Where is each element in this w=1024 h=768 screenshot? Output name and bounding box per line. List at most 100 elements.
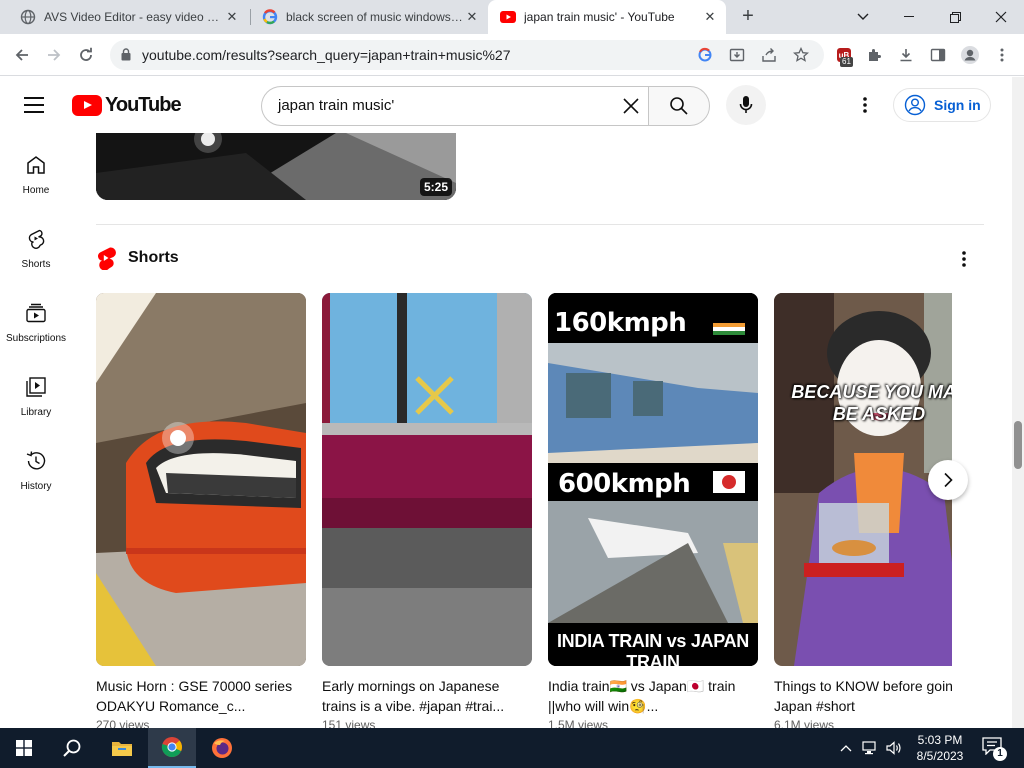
reload-icon[interactable] <box>72 41 100 69</box>
extensions-puzzle-icon[interactable] <box>864 45 884 65</box>
short-title[interactable]: Music Horn : GSE 70000 series ODAKYU Rom… <box>96 676 306 716</box>
sidebar-item-subscriptions[interactable]: Subscriptions <box>0 281 72 355</box>
short-thumbnail[interactable] <box>322 293 532 666</box>
thumbnail-overlay-text: BECAUSE YOU MAY BE ASKED <box>774 381 952 425</box>
tab-title: japan train music' - YouTube <box>524 10 675 24</box>
share-icon[interactable] <box>760 46 778 64</box>
restore-icon[interactable] <box>932 0 978 34</box>
menu-hamburger-icon[interactable] <box>24 97 48 115</box>
google-icon <box>262 9 278 25</box>
url-text: youtube.com/results?search_query=japan+t… <box>142 47 511 63</box>
previous-video-thumbnail[interactable]: 5:25 <box>96 133 456 200</box>
windows-taskbar: 5:03 PM 8/5/2023 1 <box>0 728 1024 768</box>
file-explorer-icon[interactable] <box>98 728 146 768</box>
sidebar-item-library[interactable]: Library <box>0 355 72 429</box>
chrome-menu-icon[interactable] <box>992 45 1012 65</box>
search-query-text: japan train music' <box>278 97 395 114</box>
tab-youtube-active[interactable]: japan train music' - YouTube ✕ <box>488 0 726 34</box>
tab-close-button[interactable]: ✕ <box>464 9 480 25</box>
settings-more-icon[interactable] <box>853 93 877 117</box>
action-center-icon[interactable]: 1 <box>982 737 1007 761</box>
short-views: 1.5M views <box>548 718 609 728</box>
short-item[interactable]: Music Horn : GSE 70000 series ODAKYU Rom… <box>96 293 306 728</box>
short-title[interactable]: Things to KNOW before going to Japan #sh… <box>774 676 952 716</box>
youtube-logo-text: YouTube <box>105 94 182 116</box>
install-app-icon[interactable] <box>728 46 746 64</box>
tab-close-button[interactable]: ✕ <box>702 9 718 25</box>
shorts-next-button[interactable] <box>928 460 968 500</box>
short-thumbnail[interactable]: BECAUSE YOU MAY BE ASKED <box>774 293 952 666</box>
firefox-taskbar-icon[interactable] <box>198 728 246 768</box>
video-duration: 5:25 <box>419 178 452 196</box>
youtube-icon <box>500 9 516 25</box>
thumbnail-overlay-text: INDIA TRAIN vs JAPAN TRAIN <box>556 631 750 666</box>
tab-google-search[interactable]: black screen of music windows media ✕ <box>250 0 488 34</box>
profile-avatar-icon[interactable] <box>960 45 980 65</box>
tab-search-chevron-icon[interactable] <box>840 0 886 34</box>
bookmark-star-icon[interactable] <box>792 46 810 64</box>
search-taskbar-icon[interactable] <box>48 728 96 768</box>
taskbar-clock[interactable]: 5:03 PM 8/5/2023 <box>912 732 968 764</box>
account-circle-icon <box>904 94 926 116</box>
short-title[interactable]: India train🇮🇳 vs Japan🇯🇵 train ||who wil… <box>548 676 758 716</box>
search-results: 5:25 Shorts Music Horn: GSE 70000 serie… <box>72 133 1012 728</box>
shorts-section-header: Shorts <box>96 246 179 270</box>
search-button[interactable] <box>648 86 710 126</box>
sidebar-item-label: Shorts <box>21 259 51 270</box>
sign-in-label: Sign in <box>934 97 981 113</box>
download-icon[interactable] <box>896 45 916 65</box>
mini-guide-sidebar: Home Shorts Subscriptions Library Histor… <box>0 133 72 728</box>
short-views: 270 views <box>96 718 150 728</box>
microphone-icon <box>739 96 753 113</box>
google-lens-icon[interactable] <box>696 46 714 64</box>
library-icon <box>26 377 46 397</box>
sidebar-item-shorts[interactable]: Shorts <box>0 207 72 281</box>
kimono-doll-image <box>774 293 952 666</box>
scrollbar-thumb[interactable] <box>1014 421 1022 469</box>
youtube-header: YouTube japan train music' Sign in <box>0 77 1024 133</box>
extension-count-badge: 61 <box>840 57 853 67</box>
sidebar-item-home[interactable]: Home <box>0 133 72 207</box>
network-icon[interactable] <box>860 738 880 758</box>
lock-icon <box>121 48 131 66</box>
side-panel-icon[interactable] <box>928 45 948 65</box>
short-views: 6.1M views <box>774 718 835 728</box>
short-thumbnail[interactable] <box>96 293 306 666</box>
close-window-icon[interactable] <box>978 0 1024 34</box>
train-station-night-image <box>96 133 456 200</box>
search-icon <box>670 97 688 115</box>
chrome-taskbar-icon[interactable] <box>148 728 196 768</box>
tab-close-button[interactable]: ✕ <box>224 9 240 25</box>
sidebar-item-history[interactable]: History <box>0 429 72 503</box>
youtube-logo[interactable]: YouTube <box>72 94 182 117</box>
thumbnail-overlay-text: 160kmph <box>554 308 687 338</box>
tab-avs-video-editor[interactable]: AVS Video Editor - easy video editing ✕ <box>8 0 248 34</box>
sidebar-item-label: Home <box>22 185 50 196</box>
globe-icon <box>20 9 36 25</box>
tab-title: black screen of music windows media <box>286 10 464 24</box>
page-scrollbar[interactable] <box>1012 77 1024 728</box>
shorts-more-options-icon[interactable] <box>952 247 976 271</box>
short-thumbnail[interactable]: 160kmph 600kmph INDIA TRAIN vs JAPAN TRA… <box>548 293 758 666</box>
sidebar-item-label: Subscriptions <box>5 333 67 344</box>
chevron-right-icon <box>944 472 953 488</box>
search-input[interactable]: japan train music' <box>261 86 649 126</box>
extension-badge-icon[interactable]: uB 61 <box>834 45 854 67</box>
subscriptions-icon <box>26 303 46 323</box>
new-tab-button[interactable]: + <box>737 6 759 28</box>
back-arrow-icon[interactable] <box>8 41 36 69</box>
train-interior-seats-image <box>322 293 532 666</box>
forward-arrow-icon[interactable] <box>40 41 68 69</box>
windows-start-icon[interactable] <box>0 728 48 768</box>
short-item[interactable]: BECAUSE YOU MAY BE ASKED Things to KNOW … <box>774 293 952 728</box>
volume-icon[interactable] <box>884 738 904 758</box>
show-hidden-icons-chevron-icon[interactable] <box>836 738 856 758</box>
short-title[interactable]: Early mornings on Japanese trains is a v… <box>322 676 532 716</box>
address-bar[interactable]: youtube.com/results?search_query=japan+t… <box>110 40 824 70</box>
minimize-icon[interactable] <box>886 0 932 34</box>
short-item[interactable]: 160kmph 600kmph INDIA TRAIN vs JAPAN TRA… <box>548 293 758 728</box>
voice-search-button[interactable] <box>726 85 766 125</box>
sign-in-button[interactable]: Sign in <box>893 88 991 122</box>
short-item[interactable]: Early mornings on Japanese trains is a v… <box>322 293 532 728</box>
clear-search-icon[interactable] <box>621 96 641 116</box>
